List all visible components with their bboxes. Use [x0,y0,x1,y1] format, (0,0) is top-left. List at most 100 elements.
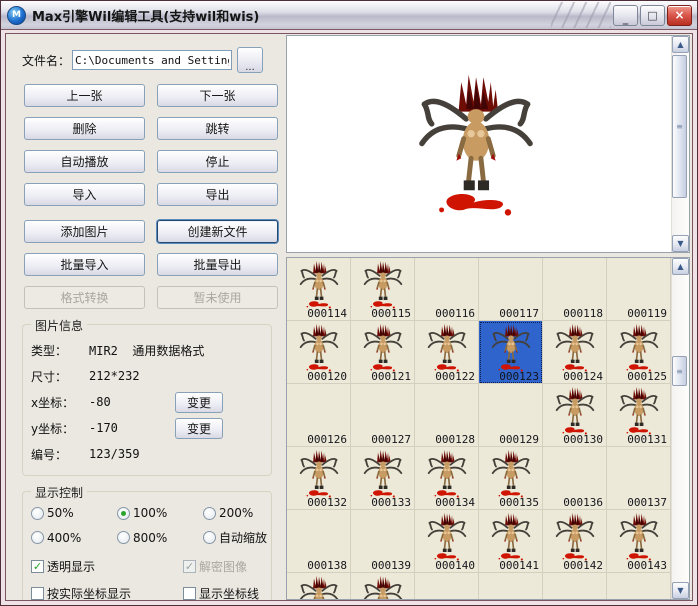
grid-scroll-track[interactable]: ≡ [672,275,689,582]
batch-import-button[interactable]: 批量导入 [24,253,145,276]
thumbnail-cell[interactable]: 000138 [287,510,351,573]
thumbnail-cell[interactable] [607,573,671,599]
radio-icon[interactable] [31,507,44,520]
thumbnail-number: 000120 [307,370,347,383]
add-image-button[interactable]: 添加图片 [24,220,145,243]
thumbnail-cell-selected[interactable]: 000123 [479,321,543,384]
thumbnail-cell[interactable]: 000142 [543,510,607,573]
grid-scrollbar[interactable]: ▲ ≡ ▼ [671,258,689,599]
thumbnail-cell[interactable]: 000115 [351,258,415,321]
thumbnail-number: 000137 [627,496,667,509]
checkbox-label: 透明显示 [47,558,95,575]
radio-zoom-800[interactable]: 800% [117,529,203,546]
thumbnail-cell[interactable] [479,573,543,599]
minimize-button[interactable]: _ [613,5,638,26]
grid-scroll-thumb[interactable]: ≡ [672,356,687,386]
radio-zoom-200[interactable]: 200% [203,506,267,520]
thumbnail-cell[interactable]: 000122 [415,321,479,384]
jump-button[interactable]: 跳转 [157,117,278,140]
delete-button[interactable]: 删除 [24,117,145,140]
scroll-down-icon[interactable]: ▼ [672,235,689,252]
radio-zoom-auto[interactable]: 自动缩放 [203,529,267,546]
prev-button[interactable]: 上一张 [24,84,145,107]
create-new-file-button[interactable]: 创建新文件 [157,220,278,243]
thumbnail-number: 000139 [371,559,411,572]
thumbnail-cell[interactable]: 000141 [479,510,543,573]
radio-icon[interactable] [203,531,216,544]
radio-label: 400% [47,531,81,545]
close-button[interactable]: × [667,5,692,26]
thumbnail-cell[interactable] [543,573,607,599]
checkbox-show-coordinate-lines[interactable]: 显示坐标线 [183,585,263,601]
thumbnail-cell[interactable]: 000121 [351,321,415,384]
thumbnail-cell[interactable]: 000119 [607,258,671,321]
thumbnail-cell[interactable]: 000137 [607,447,671,510]
thumbnail-cell[interactable]: 000136 [543,447,607,510]
next-button[interactable]: 下一张 [157,84,278,107]
radio-icon[interactable] [117,531,130,544]
scroll-down-icon[interactable]: ▼ [672,582,689,599]
preview-scroll-thumb[interactable]: ≡ [672,55,687,198]
checkbox-actual-coordinate-display[interactable]: 按实际坐标显示 [31,585,183,601]
radio-icon[interactable] [117,507,130,520]
thumbnail-cell[interactable]: 000134 [415,447,479,510]
checkbox-transparent-display[interactable]: 透明显示 [31,558,183,575]
thumbnail-cell[interactable]: 000126 [287,384,351,447]
thumbnail-cell[interactable]: 000139 [351,510,415,573]
checkbox-icon[interactable] [31,560,44,573]
radio-icon[interactable] [203,507,216,520]
autoplay-button[interactable]: 自动播放 [24,150,145,173]
preview-scrollbar[interactable]: ▲ ≡ ▼ [671,36,689,252]
thumbnail-cell[interactable]: 000133 [351,447,415,510]
thumbnail-cell[interactable] [351,573,415,599]
scroll-up-icon[interactable]: ▲ [672,36,689,53]
checkbox-icon[interactable] [183,587,196,600]
file-path-input[interactable] [72,50,232,70]
thumbnail-number: 000131 [627,433,667,446]
radio-icon[interactable] [31,531,44,544]
thumbnail-cell[interactable]: 000124 [543,321,607,384]
maximize-button[interactable]: □ [640,5,665,26]
thumbnail-cell[interactable]: 000118 [543,258,607,321]
batch-export-button[interactable]: 批量导出 [157,253,278,276]
thumbnail-cell[interactable]: 000143 [607,510,671,573]
thumbnail-cell[interactable]: 000116 [415,258,479,321]
thumbnail-cell[interactable]: 000128 [415,384,479,447]
thumbnail-cell[interactable]: 000131 [607,384,671,447]
thumbnail-number: 000126 [307,433,347,446]
change-x-button[interactable]: 变更 [175,392,223,413]
thumbnail-number: 000136 [563,496,603,509]
change-y-button[interactable]: 变更 [175,418,223,439]
checkbox-icon[interactable] [31,587,44,600]
y-coord-value: -170 [89,421,175,435]
radio-zoom-400[interactable]: 400% [31,529,117,546]
thumbnail-cell[interactable]: 000114 [287,258,351,321]
thumbnail-cell[interactable] [287,573,351,599]
format-convert-button: 格式转换 [24,286,145,309]
import-button[interactable]: 导入 [24,183,145,206]
radio-label: 50% [47,506,74,520]
titlebar-stripes [551,2,611,28]
thumbnail-cell[interactable]: 000127 [351,384,415,447]
browse-button[interactable]: ... [237,47,263,73]
image-info-title: 图片信息 [31,317,87,334]
preview-scroll-track[interactable]: ≡ [672,53,689,235]
thumbnail-cell[interactable]: 000130 [543,384,607,447]
thumbnail-number: 000135 [499,496,539,509]
thumbnail-cell[interactable]: 000135 [479,447,543,510]
thumbnail-cell[interactable]: 000132 [287,447,351,510]
radio-zoom-50[interactable]: 50% [31,506,117,520]
scroll-up-icon[interactable]: ▲ [672,258,689,275]
export-button[interactable]: 导出 [157,183,278,206]
thumbnail-cell[interactable]: 000125 [607,321,671,384]
checkbox-decrypt-image: 解密图像 [183,558,263,575]
radio-zoom-100[interactable]: 100% [117,506,203,520]
thumbnail-cell[interactable] [415,573,479,599]
thumbnail-number: 000140 [435,559,475,572]
stop-button[interactable]: 停止 [157,150,278,173]
thumbnail-cell[interactable]: 000117 [479,258,543,321]
thumbnail-sprite-image [489,512,533,562]
thumbnail-cell[interactable]: 000140 [415,510,479,573]
thumbnail-cell[interactable]: 000129 [479,384,543,447]
thumbnail-cell[interactable]: 000120 [287,321,351,384]
